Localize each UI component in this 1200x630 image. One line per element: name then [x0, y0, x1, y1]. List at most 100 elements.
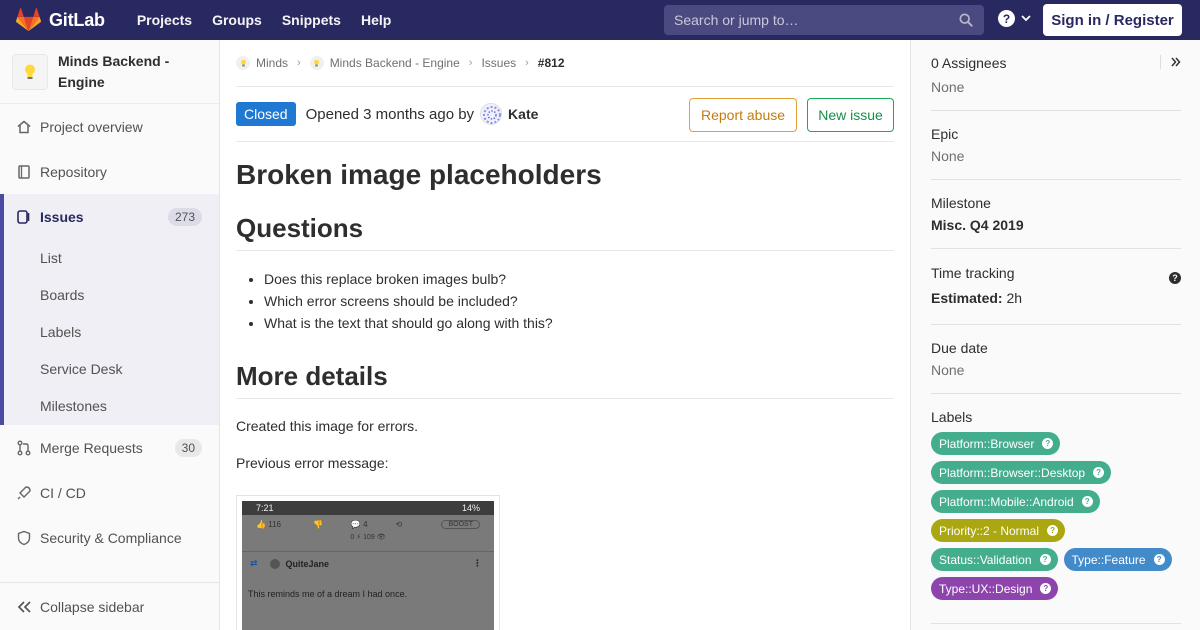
- labels-title: Labels: [931, 409, 973, 425]
- question-circle-icon[interactable]: ?: [1153, 554, 1165, 565]
- estimated-value: 2h: [1006, 290, 1023, 306]
- sidebar-item-label: Issues: [40, 208, 84, 225]
- sidebar-item-label: Repository: [40, 163, 107, 180]
- question-circle-icon[interactable]: ?: [1042, 438, 1054, 449]
- issue-title: Broken image placeholders: [236, 159, 602, 190]
- label-text: Type::Feature: [1071, 552, 1146, 567]
- project-header[interactable]: Minds Backend - Engine: [0, 40, 219, 104]
- avatar[interactable]: [480, 103, 503, 125]
- help-dropdown[interactable]: ?: [998, 10, 1031, 27]
- previous-error-text: Previous error message:: [236, 455, 389, 471]
- screenshot-repost-icon: ⇄: [250, 558, 258, 568]
- question-circle-icon[interactable]: ?: [1169, 272, 1181, 284]
- sidebar-item-cicd[interactable]: CI / CD: [0, 470, 219, 515]
- brand-name: GitLab: [49, 9, 105, 30]
- breadcrumb-project[interactable]: Minds Backend - Engine: [309, 56, 460, 70]
- collapse-sidebar-button[interactable]: Collapse sidebar: [0, 582, 219, 630]
- label-text: Priority::2 - Normal: [939, 523, 1040, 538]
- question-circle-icon[interactable]: ?: [1047, 525, 1059, 536]
- screenshot-views: 0 ⚡ 109 👁: [350, 534, 386, 541]
- status-badge: Closed: [236, 102, 296, 126]
- label-chip[interactable]: Platform::Mobile::Android?: [931, 490, 1100, 513]
- breadcrumb-group[interactable]: Minds: [236, 56, 288, 70]
- opened-info: Opened 3 months ago by: [305, 105, 475, 123]
- estimated-label: Estimated:: [931, 290, 1003, 306]
- toggle-sidebar-button[interactable]: [1160, 55, 1181, 69]
- label-chip[interactable]: Platform::Browser::Desktop?: [931, 461, 1112, 484]
- assignees-block: 0 Assignees None: [931, 40, 1181, 111]
- details-text: Created this image for errors.: [236, 418, 419, 434]
- list-item: Does this replace broken images bulb?: [264, 268, 894, 290]
- nav-links: Projects Groups Snippets Help: [127, 0, 402, 40]
- question-circle-icon[interactable]: ?: [1093, 467, 1105, 478]
- breadcrumb: Minds › Minds Backend - Engine › Issues …: [236, 40, 894, 87]
- sidebar-item-merge-requests[interactable]: Merge Requests 30: [0, 425, 219, 470]
- more-details-heading: More details: [236, 360, 894, 399]
- sidebar-subitem-labels[interactable]: Labels: [4, 313, 219, 350]
- sidebar-subitem-boards[interactable]: Boards: [4, 276, 219, 313]
- lightbulb-icon: [25, 64, 35, 79]
- report-abuse-button[interactable]: Report abuse: [689, 98, 797, 132]
- label-chip[interactable]: Priority::2 - Normal?: [931, 519, 1066, 542]
- screenshot-user-row: ⇄ QuiteJane ⋮: [242, 551, 494, 575]
- nav-projects[interactable]: Projects: [127, 0, 202, 40]
- issues-section: Issues 273 List Boards Labels Service De…: [0, 194, 219, 425]
- breadcrumb-current-issue[interactable]: #812: [538, 56, 565, 70]
- screenshot-content: 7:21 14% 👍 116 👎 💬 4 ⟲ BOOST 0 ⚡ 109 👁 ⇄: [242, 501, 494, 630]
- nav-help[interactable]: Help: [351, 0, 401, 40]
- gitlab-logo[interactable]: GitLab: [16, 0, 105, 40]
- new-issue-button[interactable]: New issue: [807, 98, 894, 132]
- sidebar-subitem-service-desk[interactable]: Service Desk: [4, 350, 219, 387]
- chevron-right-icon: ›: [468, 57, 473, 69]
- sidebar-item-label: CI / CD: [40, 484, 86, 501]
- label-chip[interactable]: Platform::Browser?: [931, 432, 1061, 455]
- nav-snippets[interactable]: Snippets: [272, 0, 351, 40]
- screenshot-battery: 14%: [461, 503, 480, 513]
- search-input[interactable]: Search or jump to…: [664, 5, 984, 35]
- milestone-block: Milestone Misc. Q4 2019: [931, 180, 1181, 249]
- main-content: Minds › Minds Backend - Engine › Issues …: [236, 40, 894, 630]
- merge-request-icon: [16, 440, 32, 456]
- shield-icon: [16, 530, 32, 546]
- sidebar-item-security[interactable]: Security & Compliance: [0, 515, 219, 560]
- book-icon: [16, 164, 32, 180]
- sidebar-item-repository[interactable]: Repository: [0, 149, 219, 194]
- issues-icon: [16, 209, 32, 225]
- question-circle-icon[interactable]: ?: [1039, 554, 1051, 565]
- rocket-icon: [16, 485, 32, 501]
- sidebar-subitem-list[interactable]: List: [4, 239, 219, 276]
- question-circle-icon[interactable]: ?: [1081, 496, 1093, 507]
- due-date-block: Due date None: [931, 325, 1181, 394]
- screenshot-avatar: [269, 558, 280, 569]
- breadcrumb-issues[interactable]: Issues: [481, 56, 516, 70]
- sidebar-subitem-milestones[interactable]: Milestones: [4, 387, 219, 425]
- nav-groups[interactable]: Groups: [202, 0, 272, 40]
- thumbs-up-icon: 👍: [256, 519, 269, 529]
- questions-list: Does this replace broken images bulb? Wh…: [236, 268, 894, 334]
- screenshot-likes: 116: [268, 519, 281, 529]
- epic-title: Epic: [931, 126, 959, 142]
- thumbs-down-icon: 👎: [312, 519, 323, 529]
- search-placeholder: Search or jump to…: [674, 12, 799, 28]
- time-estimate: Estimated: 2h: [931, 290, 1181, 306]
- label-chip[interactable]: Type::Feature?: [1063, 548, 1172, 571]
- milestone-value[interactable]: Misc. Q4 2019: [931, 217, 1181, 233]
- issue-header: Closed Opened 3 months ago by Kate Repor…: [236, 87, 894, 142]
- signin-register-button[interactable]: Sign in / Register: [1043, 4, 1182, 36]
- question-circle-icon[interactable]: ?: [1040, 583, 1052, 594]
- label-text: Status::Validation: [939, 552, 1032, 567]
- labels-block: Labels Platform::Browser?Platform::Brows…: [931, 394, 1181, 624]
- label-chip[interactable]: Status::Validation?: [931, 548, 1058, 571]
- sidebar-item-issues[interactable]: Issues 273: [4, 194, 219, 239]
- project-avatar: [12, 53, 48, 90]
- sidebar-item-project-overview[interactable]: Project overview: [0, 104, 219, 149]
- label-chip[interactable]: Type::UX::Design?: [931, 577, 1059, 600]
- label-text: Type::UX::Design: [939, 581, 1033, 596]
- milestone-title: Milestone: [931, 195, 991, 211]
- error-screenshot-image[interactable]: 7:21 14% 👍 116 👎 💬 4 ⟲ BOOST 0 ⚡ 109 👁 ⇄: [236, 495, 500, 630]
- author-name[interactable]: Kate: [508, 106, 538, 122]
- chevron-right-icon: ›: [525, 57, 529, 69]
- project-name: Minds Backend - Engine: [58, 52, 170, 90]
- questions-heading: Questions: [236, 212, 894, 251]
- screenshot-comments: 4: [363, 519, 368, 529]
